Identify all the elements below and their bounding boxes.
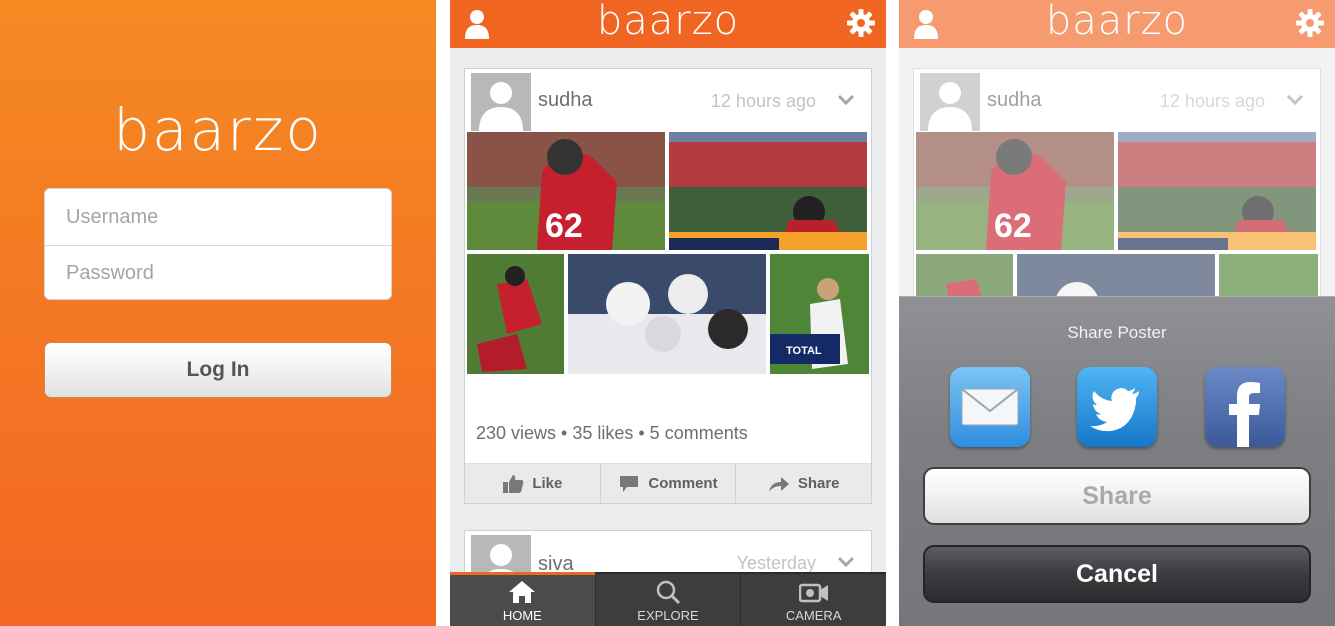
login-screen: baarzo Username Password Log In [0, 0, 436, 626]
comment-label: Comment [648, 475, 718, 492]
login-form: Username Password [44, 188, 392, 300]
photo-thumbnail[interactable]: TOTAL [770, 254, 869, 374]
feed-list: sudha 12 hours ago 62 [450, 48, 886, 626]
photo-thumbnail[interactable] [568, 254, 766, 374]
tab-home[interactable]: HOME [450, 572, 595, 626]
facebook-icon[interactable] [1205, 367, 1285, 447]
home-icon [509, 581, 536, 603]
post-stats: 230 views • 35 likes • 5 comments [476, 423, 748, 443]
comment-button[interactable]: Comment [599, 464, 736, 503]
cancel-button[interactable]: Cancel [923, 545, 1311, 603]
share-action-sheet: Share Poster Share Cancel [899, 296, 1335, 626]
camera-icon [798, 583, 828, 603]
svg-text:TOTAL: TOTAL [786, 345, 822, 357]
top-bar: baarzo [450, 0, 886, 48]
login-button[interactable]: Log In [44, 342, 392, 398]
like-label: Like [532, 475, 563, 492]
app-logo: baarzo [113, 96, 323, 164]
share-label: Share [797, 475, 840, 492]
feed-screen: baarzo sudha 12 hours ago 62 TOTAL 230 v… [450, 0, 886, 626]
share-screen: baarzo sudha 12 hours ago 62 Share Poste… [899, 0, 1335, 626]
brand-logo: baarzo [596, 0, 740, 44]
post-actions: Like Comment Share [465, 463, 871, 503]
share-arrow-icon [768, 476, 789, 492]
svg-text:62: 62 [545, 207, 583, 245]
post-header: sudha 12 hours ago [465, 69, 871, 133]
avatar[interactable] [471, 73, 531, 131]
username-field[interactable]: Username [45, 189, 391, 245]
photo-thumbnail[interactable] [669, 132, 867, 250]
mail-icon[interactable] [950, 367, 1030, 447]
chevron-down-icon[interactable] [837, 555, 855, 569]
post-card: sudha 12 hours ago 62 [464, 68, 872, 504]
chevron-down-icon[interactable] [837, 93, 855, 107]
photo-grid[interactable]: 62 TOTAL [467, 132, 869, 374]
tab-camera-label: CAMERA [785, 608, 842, 623]
post-timestamp: Yesterday [736, 553, 816, 573]
comment-icon [620, 475, 639, 492]
thumbs-up-icon [503, 474, 524, 493]
photo-thumbnail[interactable]: 62 [467, 132, 665, 250]
post-timestamp: 12 hours ago [710, 91, 816, 111]
search-icon [656, 580, 681, 605]
tab-explore-label: EXPLORE [637, 608, 699, 623]
like-button[interactable]: Like [465, 464, 600, 503]
password-field[interactable]: Password [45, 245, 391, 301]
post-username[interactable]: sudha [538, 89, 593, 112]
tab-home-label: HOME [502, 608, 542, 623]
tab-explore[interactable]: EXPLORE [594, 574, 741, 626]
tab-camera[interactable]: CAMERA [740, 574, 886, 626]
twitter-icon[interactable] [1077, 367, 1157, 447]
tab-bar: HOME EXPLORE CAMERA [450, 572, 886, 626]
photo-thumbnail[interactable] [467, 254, 564, 374]
share-sheet-title: Share Poster [1067, 323, 1167, 342]
share-button[interactable]: Share [923, 467, 1311, 525]
settings-gear-icon[interactable] [846, 8, 876, 38]
share-button[interactable]: Share [735, 464, 871, 503]
